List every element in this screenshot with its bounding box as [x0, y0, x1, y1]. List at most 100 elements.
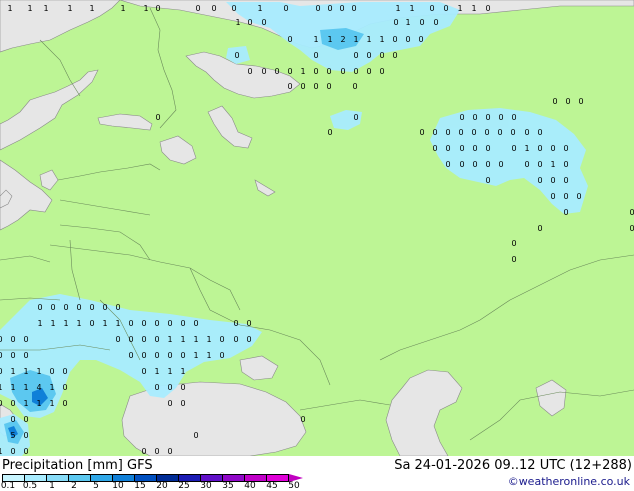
precip-label: 0	[433, 18, 438, 27]
precip-label: 0	[629, 224, 634, 233]
precip-label: 0	[550, 192, 555, 201]
precip-label: 1	[36, 367, 41, 376]
precip-label: 0	[0, 367, 3, 376]
precip-label: 0	[233, 335, 238, 344]
precip-label: 0	[511, 239, 516, 248]
precip-label: 0	[472, 160, 477, 169]
precip-label: 0	[261, 67, 266, 76]
precip-label: 0	[154, 383, 159, 392]
precip-label: 0	[128, 319, 133, 328]
precip-label: 0	[563, 192, 568, 201]
precip-label: 1	[10, 367, 15, 376]
precip-label: 0	[10, 335, 15, 344]
precip-label: 0	[419, 128, 424, 137]
precip-label: 0	[565, 97, 570, 106]
precip-label: 0	[485, 144, 490, 153]
precip-label: 0	[315, 4, 320, 13]
precip-label: 1	[180, 367, 185, 376]
precip-label: 1	[327, 35, 332, 44]
precip-label: 0	[195, 4, 200, 13]
precip-label: 0	[23, 431, 28, 440]
precip-label: 1	[550, 160, 555, 169]
precip-label: 0	[326, 67, 331, 76]
precip-label: 0	[154, 351, 159, 360]
precip-label: 0	[393, 18, 398, 27]
precip-label: 0	[180, 351, 185, 360]
precip-label: 1	[154, 367, 159, 376]
precip-label: 0	[445, 144, 450, 153]
precip-label: 4	[36, 383, 41, 392]
precip-label: 0	[193, 319, 198, 328]
precip-label: 0	[219, 351, 224, 360]
precip-label: 0	[246, 335, 251, 344]
precip-label: 1	[43, 4, 48, 13]
precip-label: 0	[89, 319, 94, 328]
precip-label: 0	[287, 67, 292, 76]
precip-label: 1	[63, 319, 68, 328]
precip-label: 0	[141, 351, 146, 360]
precip-label: 0	[0, 335, 3, 344]
precip-label: 0	[537, 144, 542, 153]
precip-label: 0	[0, 399, 3, 408]
legend-title-row: Precipitation [mm] GFS	[2, 458, 153, 474]
precip-label: 0	[10, 447, 15, 456]
precip-label: 0	[498, 160, 503, 169]
precip-label: 0	[471, 128, 476, 137]
precip-label: 1	[115, 319, 120, 328]
map-footer: Precipitation [mm] GFS Sa 24-01-2026 09.…	[0, 456, 634, 491]
precip-label: 1	[102, 319, 107, 328]
precip-label: 0	[193, 431, 198, 440]
precip-label: 1	[395, 4, 400, 13]
precip-label: 0	[141, 367, 146, 376]
precip-label: 0	[485, 4, 490, 13]
precip-label: 0	[180, 383, 185, 392]
precip-label: 1	[167, 367, 172, 376]
precip-label: 1	[23, 383, 28, 392]
precip-label: 0	[76, 303, 81, 312]
precip-label: 0	[313, 51, 318, 60]
credit-link[interactable]: ©weatheronline.co.uk	[508, 475, 630, 488]
precip-label: 0	[511, 255, 516, 264]
precip-label: 0	[537, 176, 542, 185]
precip-label: 0	[511, 113, 516, 122]
precip-label: 1	[206, 335, 211, 344]
precip-label: 1	[67, 4, 72, 13]
precipitation-map: 1 1 1 1 1 1 1 0 0 0 0 1 0 0 0 0 0 1 1 0 0 1 1 01 0 0 0 1 0 00 1 1 2 1 1 1 0 0…	[0, 0, 634, 456]
precip-label: 0	[497, 128, 502, 137]
precip-label: 0	[578, 97, 583, 106]
precip-label: 0	[563, 208, 568, 217]
precip-label: 0	[550, 144, 555, 153]
precip-label: 5	[10, 431, 15, 440]
precip-label: 0	[550, 176, 555, 185]
precip-label: 0	[128, 335, 133, 344]
precip-label: 0	[405, 35, 410, 44]
precip-label: 0	[576, 192, 581, 201]
model-name: GFS	[127, 458, 153, 473]
precip-label: 0	[485, 176, 490, 185]
precip-label: 0	[537, 224, 542, 233]
precip-label: 0	[327, 128, 332, 137]
precip-label: 0	[353, 113, 358, 122]
precip-label: 0	[537, 160, 542, 169]
precip-label: 0	[167, 319, 172, 328]
precip-label: 1	[23, 367, 28, 376]
precip-label: 0	[167, 447, 172, 456]
precip-label: 1	[409, 4, 414, 13]
precip-label: 0	[366, 67, 371, 76]
precip-label: 2	[340, 35, 345, 44]
precip-label: 1	[23, 399, 28, 408]
precip-label: 0	[484, 128, 489, 137]
precip-label: 1	[405, 18, 410, 27]
precip-label: 0	[247, 67, 252, 76]
precip-label: 1	[36, 399, 41, 408]
precip-label: 0	[62, 383, 67, 392]
precip-label: 0	[300, 415, 305, 424]
precip-label: 1	[27, 4, 32, 13]
precip-label: 1	[50, 319, 55, 328]
precip-label: 1	[49, 383, 54, 392]
precip-label: 1	[0, 383, 3, 392]
precip-label: 1	[457, 4, 462, 13]
precip-label: 0	[63, 303, 68, 312]
precip-label: 0	[459, 113, 464, 122]
precip-label: 0	[537, 128, 542, 137]
